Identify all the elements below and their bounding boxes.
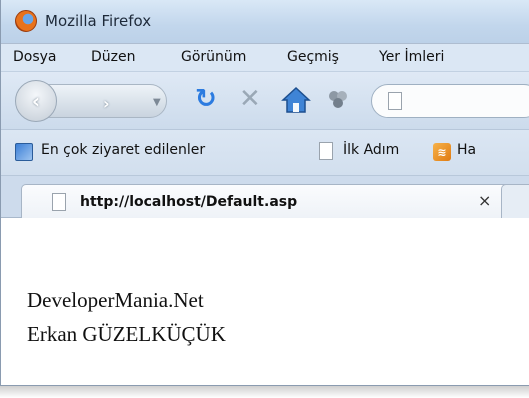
title-bar: Mozilla Firefox (1, 0, 529, 44)
new-tab-button[interactable] (501, 184, 529, 219)
most-visited-icon (15, 143, 33, 161)
bookmarks-toolbar: En çok ziyaret edilenler İlk Adım ≋ Ha (1, 130, 529, 176)
window-title: Mozilla Firefox (45, 12, 152, 30)
addon-icon[interactable] (327, 88, 349, 110)
forward-arrow-icon: › (103, 94, 110, 113)
bookmark-first-step[interactable]: İlk Adım (343, 142, 399, 158)
menu-bookmarks[interactable]: Yer İmleri (379, 49, 444, 65)
rss-icon: ≋ (433, 143, 451, 161)
firefox-logo-icon (15, 10, 37, 32)
home-icon[interactable] (281, 86, 311, 114)
page-icon (52, 193, 66, 211)
close-icon[interactable]: × (478, 191, 491, 210)
tab-active[interactable]: http://localhost/Default.asp × (21, 184, 517, 219)
back-button[interactable]: ‹ (15, 80, 57, 122)
history-dropdown-icon[interactable]: ▼ (153, 97, 161, 108)
page-icon (319, 142, 333, 160)
tab-strip: http://localhost/Default.asp × (1, 176, 529, 219)
stop-icon[interactable]: ✕ (239, 84, 261, 114)
menu-edit[interactable]: Düzen (91, 49, 136, 65)
navigation-toolbar: ‹ › ▼ ↻ ✕ (1, 72, 529, 130)
menu-file[interactable]: Dosya (13, 49, 57, 65)
bookmark-headlines[interactable]: Ha (457, 142, 476, 158)
content-line-author: Erkan GÜZELKÜÇÜK (27, 322, 226, 346)
address-bar[interactable] (371, 84, 529, 118)
tab-title: http://localhost/Default.asp (80, 194, 298, 210)
page-icon (388, 92, 402, 110)
content-line-site: DeveloperMania.Net (27, 288, 204, 312)
reload-icon[interactable]: ↻ (195, 84, 217, 114)
menu-view[interactable]: Görünüm (181, 49, 246, 65)
menu-bar: Dosya Düzen Görünüm Geçmiş Yer İmleri (1, 44, 529, 72)
browser-window: Mozilla Firefox Dosya Düzen Görünüm Geçm… (0, 0, 529, 386)
window-shadow (0, 386, 529, 398)
menu-history[interactable]: Geçmiş (287, 49, 339, 65)
forward-button[interactable]: › (103, 94, 110, 113)
back-arrow-icon: ‹ (31, 89, 41, 113)
page-content: DeveloperMania.Net Erkan GÜZELKÜÇÜK (1, 218, 529, 385)
bookmark-most-visited[interactable]: En çok ziyaret edilenler (41, 142, 205, 158)
